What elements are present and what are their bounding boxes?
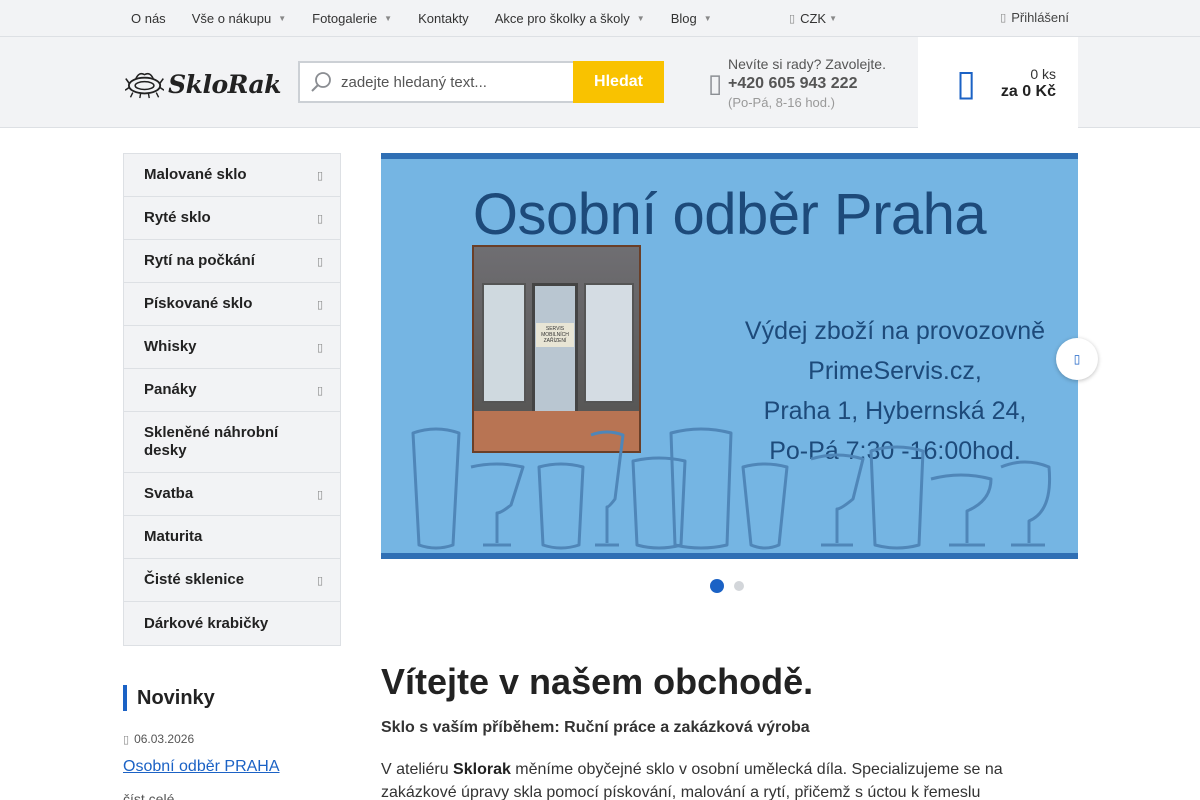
login-link[interactable]: ▯ Přihlášení bbox=[1000, 0, 1069, 34]
category-item-2[interactable]: Rytí na počkání ▯ bbox=[124, 240, 340, 283]
category-label: Whisky bbox=[144, 338, 197, 355]
welcome-heading: Vítejte v našem obchodě. bbox=[381, 661, 814, 702]
chevron-right-icon: ▯ bbox=[316, 341, 323, 354]
glasses-illustration bbox=[411, 427, 1052, 550]
chevron-right-icon: ▯ bbox=[316, 169, 323, 182]
category-item-5[interactable]: Panáky ▯ bbox=[124, 369, 340, 412]
topnav-label: Vše o nákupu bbox=[191, 10, 272, 26]
currency-selector[interactable]: ▯ CZK ▼ bbox=[789, 0, 837, 36]
news-heading: Novinky bbox=[123, 685, 215, 711]
phone-icon: ▯ bbox=[707, 67, 723, 98]
slider-dot-1[interactable] bbox=[710, 579, 724, 593]
topnav-item-4[interactable]: Akce pro školky a školy ▼ bbox=[482, 11, 658, 26]
category-label: Dárkové krabičky bbox=[144, 614, 269, 632]
welcome-subheading: Sklo s vaším příběhem: Ruční práce a zak… bbox=[381, 719, 810, 736]
topnav-item-5[interactable]: Blog ▼ bbox=[658, 11, 725, 26]
chevron-right-icon: ▯ bbox=[1073, 352, 1081, 366]
topnav-label: Fotogalerie bbox=[312, 10, 378, 26]
category-label: Maturita bbox=[144, 528, 203, 545]
welcome-para-prefix: V ateliéru bbox=[381, 761, 454, 778]
welcome-brand: Sklorak bbox=[453, 761, 511, 778]
contact-hint: Nevíte si rady? Zavolejte. bbox=[728, 56, 886, 72]
topnav-label: O nás bbox=[131, 10, 166, 26]
cart-button[interactable]: ▯ 0 ks za 0 Kč bbox=[918, 37, 1078, 128]
category-item-6[interactable]: Skleněné náhrobní desky bbox=[124, 412, 340, 473]
topnav-item-3[interactable]: Kontakty bbox=[405, 11, 482, 26]
chevron-down-icon: ▼ bbox=[829, 13, 837, 23]
chevron-right-icon: ▯ bbox=[316, 255, 323, 268]
category-item-3[interactable]: Pískované sklo ▯ bbox=[124, 283, 340, 326]
category-label: Svatba bbox=[144, 485, 194, 502]
user-icon: ▯ bbox=[1000, 11, 1007, 24]
search-icon bbox=[311, 72, 331, 92]
chevron-right-icon: ▯ bbox=[316, 488, 323, 501]
topnav-label: Kontakty bbox=[418, 10, 469, 26]
news-date: ▯ 06.03.2026 bbox=[123, 732, 194, 746]
money-icon: ▯ bbox=[789, 12, 796, 25]
category-item-8[interactable]: Maturita bbox=[124, 516, 340, 559]
logo-text: SkloRak bbox=[168, 69, 281, 99]
slider-dot-2[interactable] bbox=[734, 581, 744, 591]
category-label: Rytí na počkání bbox=[144, 252, 255, 269]
banner-line-1: PrimeServis.cz, bbox=[808, 357, 982, 385]
site-logo[interactable]: SkloRak bbox=[125, 62, 281, 106]
news-date-text: 06.03.2026 bbox=[134, 732, 195, 746]
search-field bbox=[298, 61, 573, 103]
chevron-down-icon: ▼ bbox=[636, 13, 645, 23]
contact-block: ▯ Nevíte si rady? Zavolejte. +420 605 94… bbox=[704, 53, 886, 113]
shop-window-right bbox=[584, 283, 634, 403]
chevron-right-icon: ▯ bbox=[316, 574, 323, 587]
search-input[interactable] bbox=[341, 73, 561, 91]
shop-sign: SERVIS MOBILNÍCH ZAŘÍZENÍ bbox=[536, 323, 574, 347]
promo-banner[interactable]: Osobní odběr Praha SERVIS MOBILNÍCH ZAŘÍ… bbox=[381, 153, 1078, 559]
banner-line-0: Výdej zboží na provozovně bbox=[744, 317, 1046, 345]
category-label: Čisté sklenice bbox=[144, 571, 245, 588]
slider-dots bbox=[710, 579, 754, 593]
contact-phone[interactable]: +420 605 943 222 bbox=[728, 73, 886, 95]
category-item-0[interactable]: Malované sklo ▯ bbox=[124, 154, 340, 197]
category-label: Pískované sklo bbox=[144, 295, 253, 312]
category-item-4[interactable]: Whisky ▯ bbox=[124, 326, 340, 369]
topnav-item-2[interactable]: Fotogalerie ▼ bbox=[299, 11, 405, 26]
topnav-label: Blog bbox=[670, 10, 697, 26]
news-title-link[interactable]: Osobní odběr PRAHA bbox=[123, 758, 280, 776]
welcome-paragraph: V ateliéru Sklorak měníme obyčejné sklo … bbox=[381, 758, 1071, 800]
calendar-icon: ▯ bbox=[123, 733, 130, 746]
currency-label: CZK bbox=[800, 10, 827, 26]
chevron-right-icon: ▯ bbox=[316, 384, 323, 397]
category-item-9[interactable]: Čisté sklenice ▯ bbox=[124, 559, 340, 602]
chevron-right-icon: ▯ bbox=[316, 298, 323, 311]
topnav-item-1[interactable]: Vše o nákupu ▼ bbox=[179, 11, 299, 26]
shop-door bbox=[532, 283, 578, 423]
category-menu: Malované sklo ▯ Ryté sklo ▯ Rytí na počkání ▯… bbox=[123, 153, 341, 646]
category-label: Ryté sklo bbox=[144, 209, 211, 226]
news-read-more[interactable]: číst celé bbox=[123, 791, 174, 800]
slider-next-button[interactable]: ▯ bbox=[1056, 338, 1098, 380]
search-button[interactable]: Hledat bbox=[573, 61, 664, 103]
topnav-label: Akce pro školky a školy bbox=[494, 10, 630, 26]
category-label: Malované sklo bbox=[144, 166, 247, 183]
banner-title: Osobní odběr Praha bbox=[472, 182, 987, 247]
contact-hours: (Po-Pá, 8-16 hod.) bbox=[728, 95, 835, 110]
top-navigation: O nás Vše o nákupu ▼ Fotogalerie ▼ Kontakty Ak… bbox=[118, 0, 725, 36]
chevron-down-icon: ▼ bbox=[278, 13, 287, 23]
category-item-10[interactable]: Dárkové krabičky bbox=[124, 602, 340, 645]
category-item-1[interactable]: Ryté sklo ▯ bbox=[124, 197, 340, 240]
login-label: Přihlášení bbox=[1011, 9, 1069, 25]
category-label: Skleněné náhrobní desky bbox=[144, 424, 279, 459]
category-label: Panáky bbox=[144, 381, 197, 398]
chevron-right-icon: ▯ bbox=[316, 212, 323, 225]
cart-icon: ▯ bbox=[956, 61, 976, 103]
cart-total: za 0 Kč bbox=[1000, 82, 1056, 100]
cart-count: 0 ks bbox=[1030, 65, 1056, 82]
top-bar: O nás Vše o nákupu ▼ Fotogalerie ▼ Kontakty Ak… bbox=[0, 0, 1200, 37]
category-item-7[interactable]: Svatba ▯ bbox=[124, 473, 340, 516]
shop-window-left bbox=[482, 283, 526, 403]
chevron-down-icon: ▼ bbox=[703, 13, 712, 23]
topnav-item-0[interactable]: O nás bbox=[118, 11, 179, 26]
search-form: Hledat bbox=[298, 61, 664, 103]
crayfish-logo-icon bbox=[125, 72, 165, 99]
chevron-down-icon: ▼ bbox=[384, 13, 393, 23]
